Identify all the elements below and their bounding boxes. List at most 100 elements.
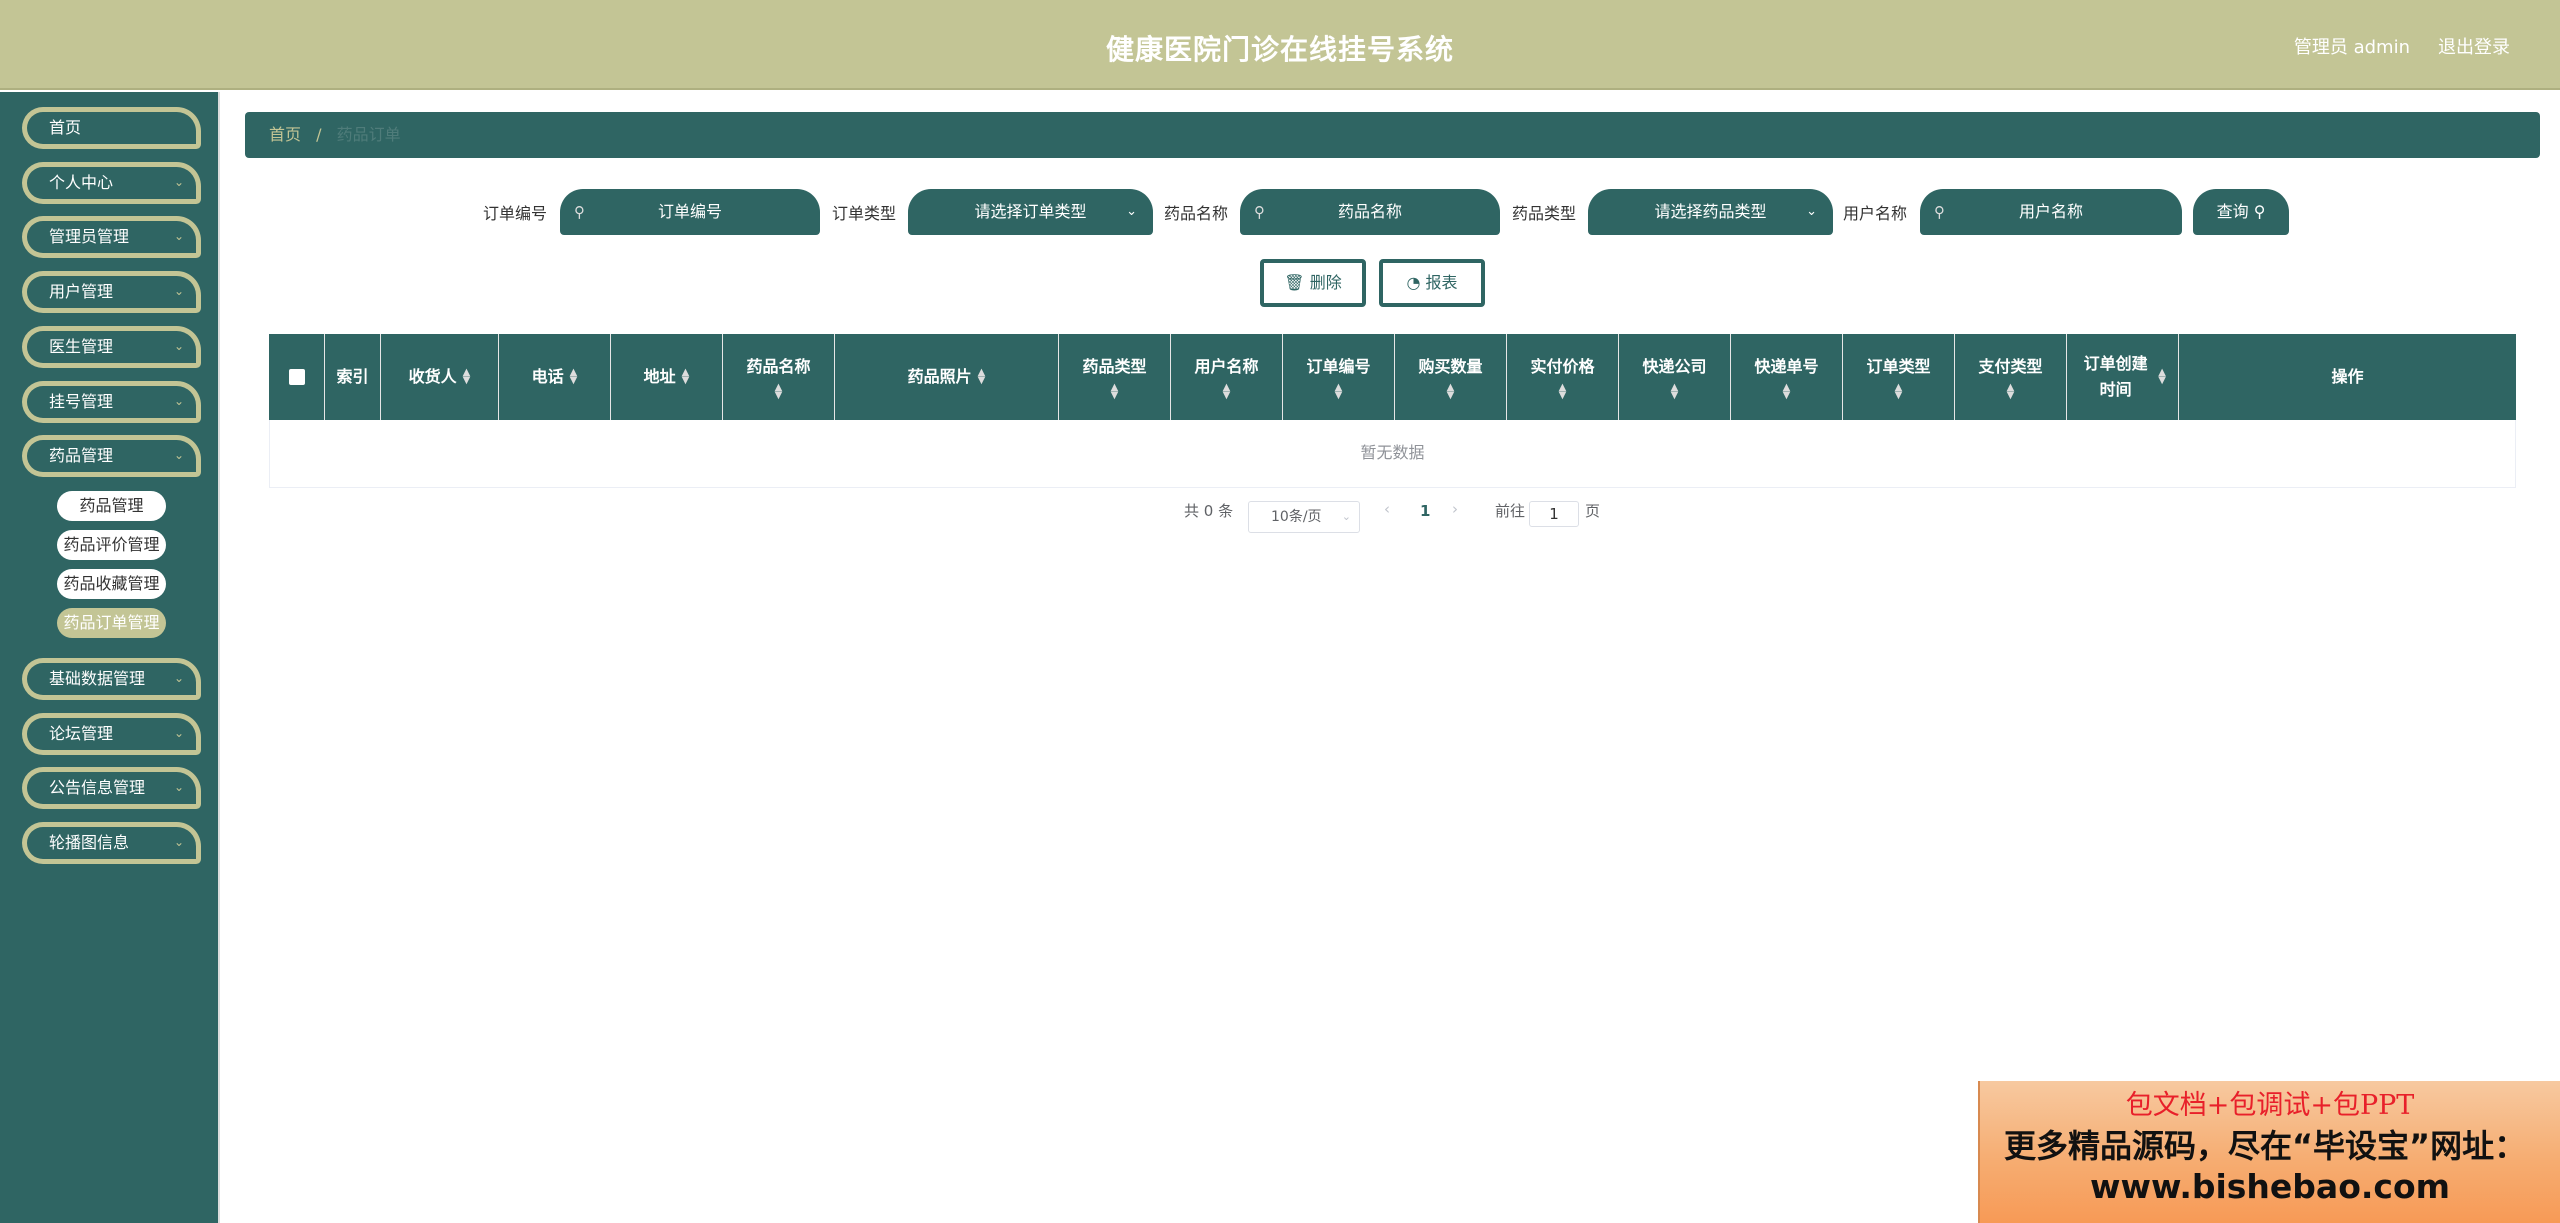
column-header-address[interactable]: 地址 ▲ ▼ [611, 334, 723, 420]
column-header-paid-price[interactable]: 实付价格 ▲ ▼ [1507, 334, 1619, 420]
orders-table: 索引 收货人 ▲ ▼ 电话 ▲ ▼ 地址 ▲ ▼ 药品名称 ▲ ▼ 药品照片 ▲ ▼ 药品… [269, 334, 2516, 488]
sort-icon[interactable]: ▲ ▼ [1447, 383, 1455, 401]
sort-icon[interactable]: ▲ ▼ [1335, 383, 1343, 401]
order-type-placeholder: 请选择订单类型 [974, 202, 1087, 221]
column-header-payment-type[interactable]: 支付类型 ▲ ▼ [1955, 334, 2067, 420]
column-header-label: 收货人 [408, 367, 457, 386]
drug-type-placeholder: 请选择药品类型 [1654, 202, 1767, 221]
sidebar-item-label: 首页 [49, 118, 82, 137]
sort-icon[interactable]: ▲ ▼ [570, 368, 578, 386]
prev-page-icon[interactable]: ‹ [1384, 500, 1390, 518]
sort-icon[interactable]: ▲ ▼ [1223, 383, 1231, 401]
sidebar-item-label: 用户管理 [49, 282, 114, 301]
column-header-label: 药品名称 [746, 357, 811, 376]
sort-icon[interactable]: ▲ ▼ [1895, 383, 1903, 401]
column-header-quantity[interactable]: 购买数量 ▲ ▼ [1395, 334, 1507, 420]
page-number-current[interactable]: 1 [1420, 502, 1430, 520]
sidebar-item-label: 医生管理 [49, 337, 114, 356]
sidebar-item-personal-center[interactable]: 个人中心 ⌄ [22, 162, 201, 204]
sort-icon[interactable]: ▲ ▼ [1671, 383, 1679, 401]
logout-link[interactable]: 退出登录 [2438, 33, 2510, 59]
breadcrumb-current: 药品订单 [336, 125, 401, 144]
subitem-drug-management[interactable]: 药品管理 [57, 491, 166, 521]
top-header: 健康医院门诊在线挂号系统 管理员 admin 退出登录 [0, 0, 2560, 90]
sort-icon[interactable]: ▲ ▼ [1111, 383, 1119, 401]
sidebar-item-drug-management[interactable]: 药品管理 ⌄ [22, 435, 201, 477]
current-user-label: 管理员 admin [2293, 37, 2410, 58]
drug-name-input[interactable]: ⚲ 药品名称 [1240, 189, 1500, 235]
select-all-checkbox[interactable] [288, 369, 305, 385]
column-header-order-type[interactable]: 订单类型 ▲ ▼ [1843, 334, 1955, 420]
search-icon: ⚲ [574, 203, 585, 221]
sidebar-item-home[interactable]: 首页 [22, 107, 201, 149]
page-size-select[interactable]: 10条/页 ⌄ [1248, 501, 1360, 533]
chevron-down-icon: ⌄ [173, 448, 184, 462]
sidebar-item-user-management[interactable]: 用户管理 ⌄ [22, 271, 201, 313]
column-header-label: 药品类型 [1082, 357, 1147, 376]
chevron-down-icon: ⌄ [1341, 510, 1351, 523]
sidebar-item-doctor-management[interactable]: 医生管理 ⌄ [22, 326, 201, 368]
sidebar-item-forum-management[interactable]: 论坛管理 ⌄ [22, 713, 201, 755]
column-header-drug-photo[interactable]: 药品照片 ▲ ▼ [835, 334, 1059, 420]
user-name-placeholder: 用户名称 [2018, 202, 2083, 221]
goto-prefix: 前往 [1495, 502, 1526, 520]
column-header-created-time[interactable]: 订单创建时间 ▲ ▼ [2067, 334, 2179, 420]
sort-icon[interactable]: ▲ ▼ [1783, 383, 1791, 401]
sort-icon[interactable]: ▲ ▼ [682, 368, 690, 386]
column-header-order-no[interactable]: 订单编号 ▲ ▼ [1283, 334, 1395, 420]
order-no-input[interactable]: ⚲ 订单编号 [560, 189, 820, 235]
order-type-label: 订单类型 [832, 204, 897, 223]
sidebar-item-notice-management[interactable]: 公告信息管理 ⌄ [22, 767, 201, 809]
ad-line-2: 更多精品源码，尽在“毕设宝”网址： [2004, 1127, 2527, 1165]
column-header-drug-type[interactable]: 药品类型 ▲ ▼ [1059, 334, 1171, 420]
breadcrumb: 首页 / 药品订单 [245, 112, 2540, 158]
order-no-label: 订单编号 [483, 204, 548, 223]
column-header-actions: 操作 [2179, 334, 2516, 420]
subitem-drug-review-management[interactable]: 药品评价管理 [57, 530, 166, 560]
sidebar: 首页 个人中心 ⌄ 管理员管理 ⌄ 用户管理 ⌄ 医生管理 ⌄ 挂号管理 ⌄ 药… [0, 92, 220, 1223]
breadcrumb-home-link[interactable]: 首页 [269, 125, 301, 144]
search-icon: ⚲ [1934, 203, 1945, 221]
column-header-drug-name[interactable]: 药品名称 ▲ ▼ [723, 334, 835, 420]
sort-icon[interactable]: ▲ ▼ [775, 383, 783, 401]
goto-page-input[interactable]: 1 [1529, 501, 1579, 527]
query-button[interactable]: 查询 ⚲ [2193, 189, 2289, 235]
ad-line-1: 包文档+包调试+包PPT [2125, 1090, 2415, 1121]
column-header-label: 电话 [531, 367, 564, 386]
sort-icon[interactable]: ▲ ▼ [2007, 383, 2015, 401]
column-header-label: 订单编号 [1306, 357, 1371, 376]
subitem-drug-favorite-management[interactable]: 药品收藏管理 [57, 569, 166, 599]
sidebar-item-carousel-info[interactable]: 轮播图信息 ⌄ [22, 822, 201, 864]
user-name-input[interactable]: ⚲ 用户名称 [1920, 189, 2182, 235]
sort-icon[interactable]: ▲ ▼ [1559, 383, 1567, 401]
sort-icon[interactable]: ▲ ▼ [2158, 368, 2166, 386]
report-button[interactable]: ◔ 报表 [1379, 259, 1485, 307]
delete-button[interactable]: 🗑 删除 [1260, 259, 1366, 307]
app-title: 健康医院门诊在线挂号系统 [1105, 33, 1454, 66]
column-header-courier[interactable]: 快递公司 ▲ ▼ [1619, 334, 1731, 420]
ad-banner[interactable]: 包文档+包调试+包PPT 更多精品源码，尽在“毕设宝”网址： www.bishe… [1978, 1081, 2560, 1223]
sidebar-item-admin-management[interactable]: 管理员管理 ⌄ [22, 216, 201, 258]
column-header-label: 用户名称 [1194, 357, 1259, 376]
sidebar-item-base-data-management[interactable]: 基础数据管理 ⌄ [22, 658, 201, 700]
sort-icon[interactable]: ▲ ▼ [463, 368, 471, 386]
sidebar-item-registration-management[interactable]: 挂号管理 ⌄ [22, 381, 201, 423]
column-header-label: 支付类型 [1978, 357, 2043, 376]
sort-icon[interactable]: ▲ ▼ [978, 368, 986, 386]
goto-suffix: 页 [1585, 502, 1601, 520]
chevron-down-icon: ⌄ [173, 835, 184, 849]
column-header-phone[interactable]: 电话 ▲ ▼ [499, 334, 611, 420]
drug-type-select[interactable]: 请选择药品类型 ⌄ [1588, 189, 1833, 235]
sidebar-item-label: 论坛管理 [49, 724, 114, 743]
column-header-tracking-no[interactable]: 快递单号 ▲ ▼ [1731, 334, 1843, 420]
column-header-label: 实付价格 [1530, 357, 1595, 376]
next-page-icon[interactable]: › [1452, 500, 1458, 518]
column-header-label: 快递单号 [1754, 357, 1819, 376]
column-header-receiver[interactable]: 收货人 ▲ ▼ [381, 334, 499, 420]
subitem-drug-order-management[interactable]: 药品订单管理 [57, 608, 166, 638]
chevron-down-icon: ⌄ [173, 175, 184, 189]
order-type-select[interactable]: 请选择订单类型 ⌄ [908, 189, 1153, 235]
column-header-user-name[interactable]: 用户名称 ▲ ▼ [1171, 334, 1283, 420]
column-header-label: 订单类型 [1866, 357, 1931, 376]
column-header-label: 快递公司 [1642, 357, 1707, 376]
